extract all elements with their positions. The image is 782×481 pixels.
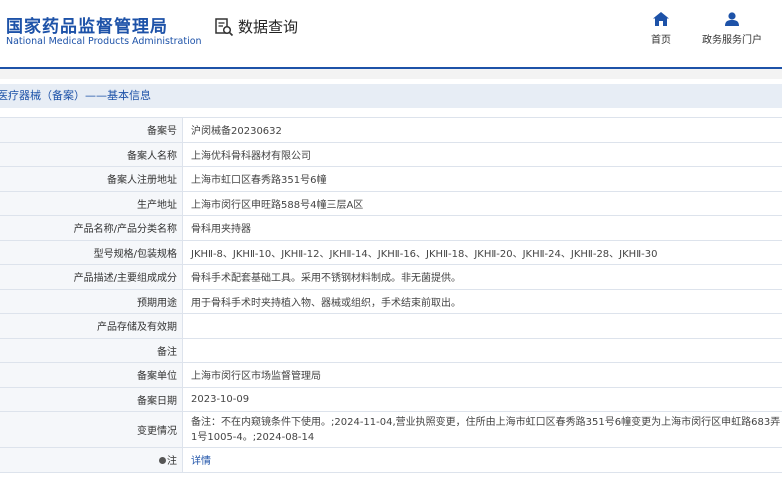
field-label: 预期用途 <box>0 288 183 314</box>
logo-title-en: National Medical Products Administration <box>6 36 202 47</box>
table-row: 注 详情 <box>0 447 782 473</box>
field-value: 上海市闵行区市场监督管理局 <box>182 362 782 388</box>
field-value: 用于骨科手术时夹持植入物、器械或组织，手术结束前取出。 <box>182 288 782 314</box>
field-label: 产品存储及有效期 <box>0 313 183 339</box>
table-row: 生产地址 上海市闵行区申旺路588号4幢三层A区 <box>0 190 782 216</box>
site-header: 国家药品监督管理局 National Medical Products Admi… <box>0 0 782 62</box>
nav-home[interactable]: 首页 <box>625 12 697 46</box>
table-row: 变更情况 备注：不在内窥镜条件下使用。;2024-11-04,营业执照变更，住所… <box>0 411 782 448</box>
field-label: 备案号 <box>0 117 183 143</box>
field-label: 备注 <box>0 337 183 363</box>
field-value: 上海优科骨科器材有限公司 <box>182 141 782 167</box>
table-row: 备案人注册地址 上海市虹口区春秀路351号6幢 <box>0 166 782 192</box>
field-label: 产品名称/产品分类名称 <box>0 215 183 241</box>
table-row: 备案单位 上海市闵行区市场监督管理局 <box>0 362 782 388</box>
field-value: 沪闵械备20230632 <box>182 117 782 143</box>
field-value: 上海市虹口区春秀路351号6幢 <box>182 166 782 192</box>
section-title: 医疗器械（备案）——基本信息 <box>0 89 151 102</box>
table-row: 备案日期 2023-10-09 <box>0 386 782 412</box>
data-query-title: 数据查询 <box>214 16 298 37</box>
field-value: 详情 <box>182 447 782 473</box>
header-shadow-band <box>0 69 782 79</box>
logo-title-cn[interactable]: 国家药品监督管理局 <box>6 12 168 37</box>
field-value: 备注：不在内窥镜条件下使用。;2024-11-04,营业执照变更，住所由上海市虹… <box>182 411 782 448</box>
field-value: JKHⅡ-8、JKHⅡ-10、JKHⅡ-12、JKHⅡ-14、JKHⅡ-16、J… <box>182 239 782 265</box>
field-value: 2023-10-09 <box>182 386 782 412</box>
table-row: 备案人名称 上海优科骨科器材有限公司 <box>0 141 782 167</box>
field-value: 上海市闵行区申旺路588号4幢三层A区 <box>182 190 782 216</box>
nav-home-label: 首页 <box>651 35 671 46</box>
field-label: 注 <box>167 456 177 468</box>
nav-service-portal-label: 政务服务门户 <box>702 35 762 46</box>
user-icon <box>725 12 739 26</box>
field-label: 变更情况 <box>0 411 183 448</box>
table-row: 型号规格/包装规格 JKHⅡ-8、JKHⅡ-10、JKHⅡ-12、JKHⅡ-14… <box>0 239 782 265</box>
table-row: 产品存储及有效期 <box>0 313 782 339</box>
field-label: 产品描述/主要组成成分 <box>0 264 183 290</box>
document-search-icon <box>215 17 234 36</box>
data-query-label: 数据查询 <box>238 18 299 36</box>
nav-service-portal[interactable]: 政务服务门户 <box>696 12 768 46</box>
field-label: 型号规格/包装规格 <box>0 239 183 265</box>
table-row: 备注 <box>0 337 782 363</box>
field-label: 生产地址 <box>0 190 183 216</box>
field-value: 骨科手术配套基础工具。采用不锈钢材料制成。非无菌提供。 <box>182 264 782 290</box>
field-label: 备案单位 <box>0 362 183 388</box>
field-value: 骨科用夹持器 <box>182 215 782 241</box>
section-title-bar: 医疗器械（备案）——基本信息 <box>0 84 782 108</box>
field-value <box>182 313 782 339</box>
field-label: 备案人注册地址 <box>0 166 183 192</box>
note-label-cell: 注 <box>0 447 183 473</box>
table-row: 产品描述/主要组成成分 骨科手术配套基础工具。采用不锈钢材料制成。非无菌提供。 <box>0 264 782 290</box>
table-row: 预期用途 用于骨科手术时夹持植入物、器械或组织，手术结束前取出。 <box>0 288 782 314</box>
home-icon <box>653 12 669 26</box>
table-row: 产品名称/产品分类名称 骨科用夹持器 <box>0 215 782 241</box>
field-label: 备案人名称 <box>0 141 183 167</box>
field-value <box>182 337 782 363</box>
details-link[interactable]: 详情 <box>191 456 211 467</box>
bullet-icon <box>159 456 166 464</box>
table-row: 备案号 沪闵械备20230632 <box>0 117 782 143</box>
detail-table: 备案号 沪闵械备20230632 备案人名称 上海优科骨科器材有限公司 备案人注… <box>0 117 782 473</box>
field-label: 备案日期 <box>0 386 183 412</box>
